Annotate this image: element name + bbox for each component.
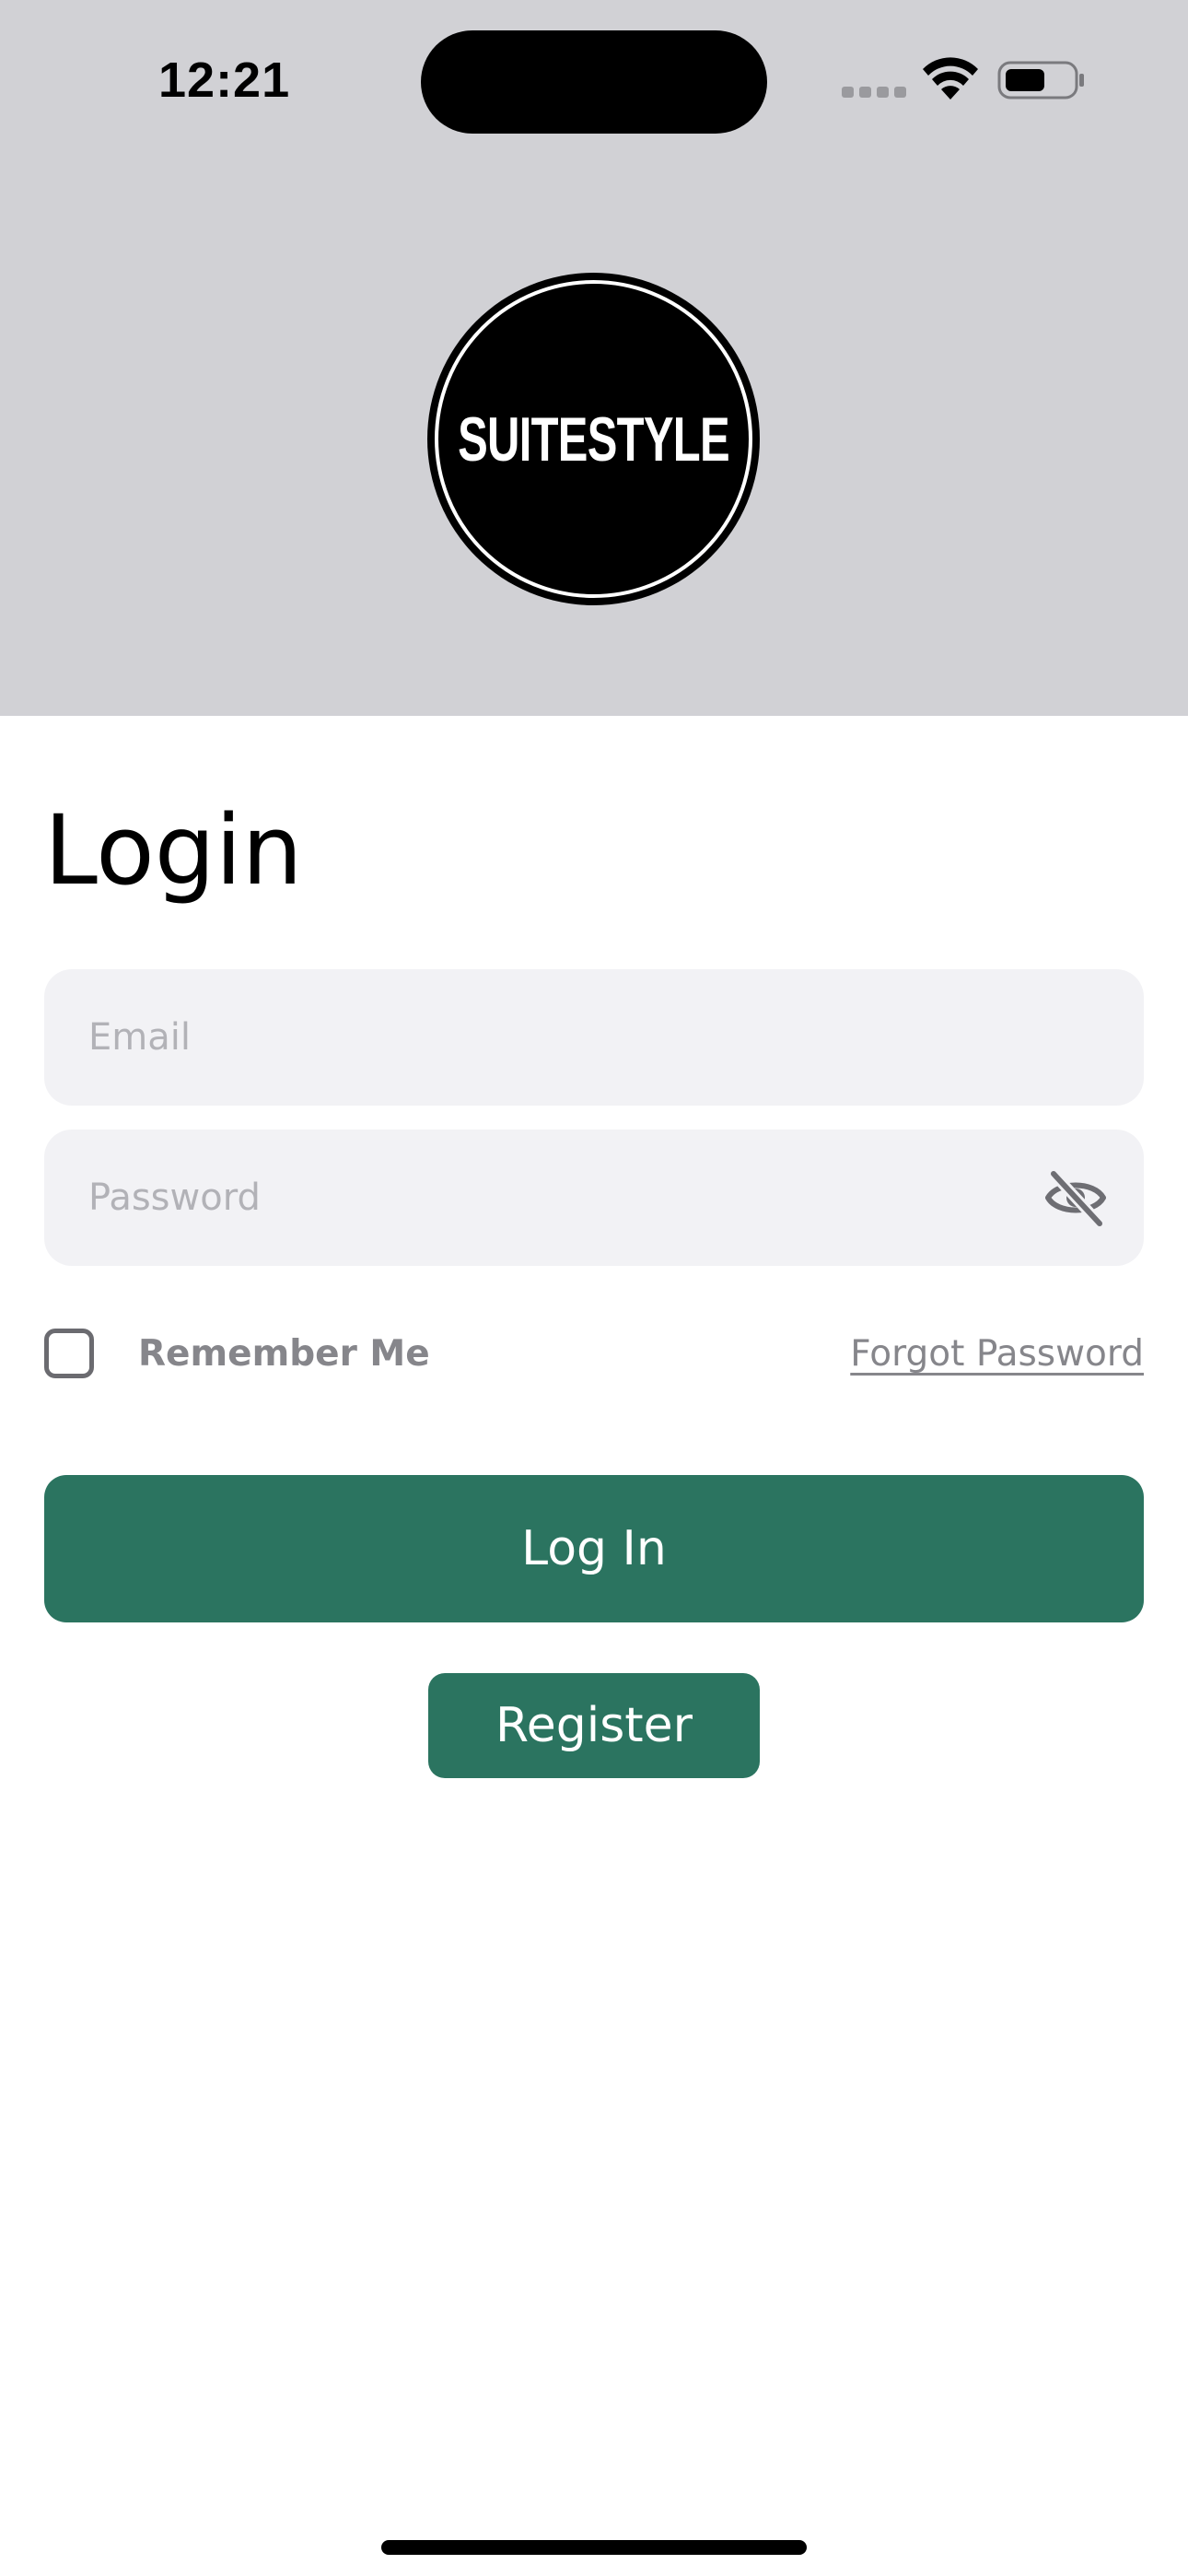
battery-icon [997,61,1084,100]
password-input[interactable] [88,1130,1009,1266]
wifi-icon [923,57,978,100]
home-indicator[interactable] [381,2540,807,2555]
register-button[interactable]: Register [428,1673,760,1778]
remember-me-label[interactable]: Remember Me [138,1327,430,1382]
email-field-container [44,969,1144,1106]
header-banner: 12:21 SUITESTYLE [0,0,1188,716]
cellular-signal-icon [842,87,906,98]
login-button[interactable]: Log In [44,1475,1144,1622]
password-field-container [44,1130,1144,1266]
remember-me-checkbox[interactable] [44,1329,94,1378]
status-bar-time: 12:21 [158,53,291,108]
eye-slash-icon[interactable] [1042,1166,1109,1229]
dynamic-island [421,30,767,134]
forgot-password-link[interactable]: Forgot Password [850,1327,1144,1382]
email-input[interactable] [88,969,1009,1106]
login-screen: 12:21 SUITESTYLE Login Email Remember Me… [0,0,1188,2576]
logo-text: SUITESTYLE [458,404,729,474]
suitestyle-logo: SUITESTYLE [427,273,760,605]
page-title: Login [44,794,303,907]
remember-row: Remember Me Forgot Password [44,1327,1144,1382]
